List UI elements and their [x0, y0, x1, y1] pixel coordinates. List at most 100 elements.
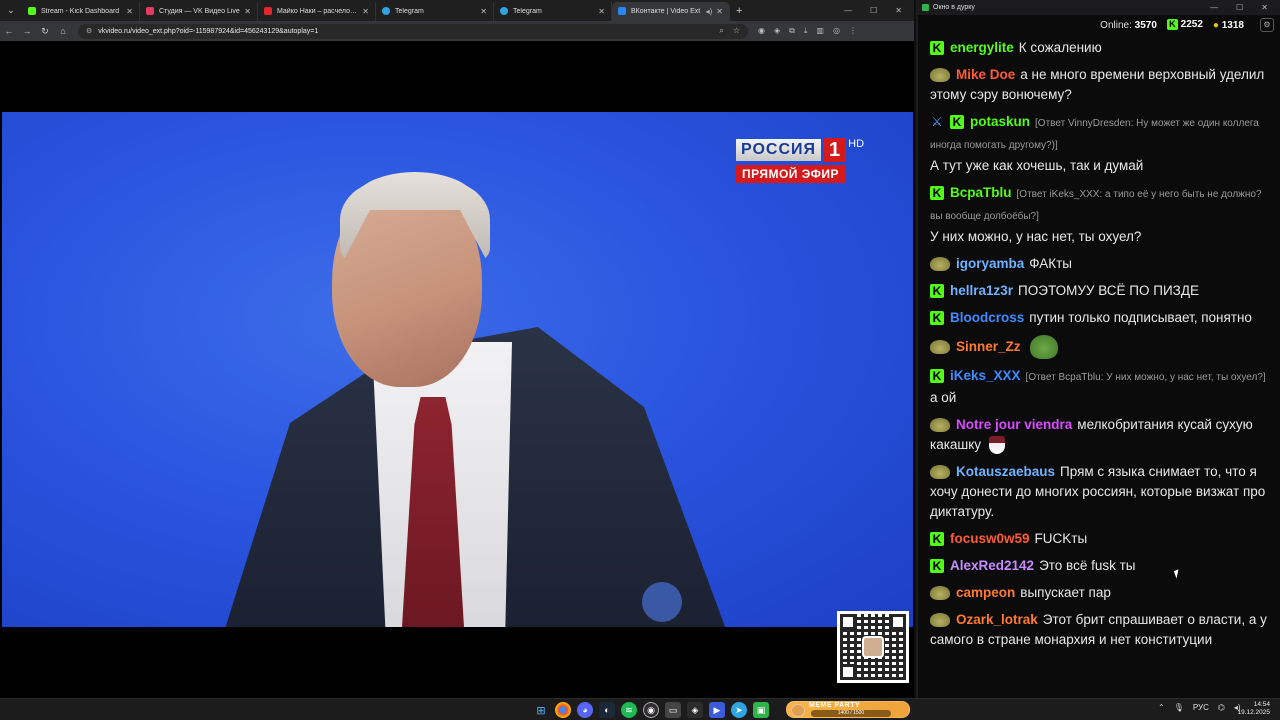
obs-icon[interactable]: ◉	[643, 702, 659, 718]
tab-search-icon[interactable]: ⌄	[0, 0, 22, 21]
back-icon[interactable]: ←	[0, 26, 18, 36]
audio-playing-icon[interactable]: ◂)	[706, 7, 713, 16]
tab-vk-studio[interactable]: Студия — VK Видео Live ✕	[140, 1, 258, 21]
hd-label: HD	[848, 138, 865, 150]
frog-emote-icon	[1029, 335, 1058, 359]
tab-close-icon[interactable]: ✕	[716, 7, 723, 16]
chat-username[interactable]: Kotauszaebaus	[956, 464, 1055, 479]
chat-username[interactable]: focusw0w59	[950, 531, 1030, 546]
kick-badge-icon: K	[930, 532, 944, 547]
kick-viewers: K 2252	[1166, 19, 1203, 31]
kick-badge-icon: K	[930, 41, 944, 56]
chat-username[interactable]: Bloodcross	[950, 310, 1024, 325]
steam-icon[interactable]: ◐	[599, 702, 615, 718]
bookmark-star-icon[interactable]: ☆	[733, 26, 740, 36]
address-bar[interactable]: ⚙ vkvideo.ru/video_ext.php?oid=-11598792…	[78, 23, 748, 39]
reply-quote[interactable]: [Ответ BcpaTblu: У них можно, у нас нет,…	[1026, 372, 1266, 383]
tab-close-icon[interactable]: ✕	[244, 7, 251, 16]
chat-message: Kfocusw0w59 FUCKты	[930, 529, 1270, 549]
chat-message: ⚔ Kpotaskun [Ответ VinnyDresden: Ну может …	[930, 112, 1270, 176]
tab-telegram-1[interactable]: Telegram ✕	[376, 1, 494, 21]
browser-window: ⌄ Stream - Kick Dashboard ✕ Студия — VK …	[0, 0, 914, 698]
tab-kick-dashboard[interactable]: Stream - Kick Dashboard ✕	[22, 1, 140, 21]
chat-username[interactable]: energylite	[950, 40, 1014, 55]
forward-icon[interactable]: →	[18, 26, 36, 36]
vk-favicon-icon	[618, 7, 626, 15]
chat-username[interactable]: Notre jour viendra	[956, 417, 1072, 432]
chat-username[interactable]: Ozark_lotrak	[956, 612, 1038, 627]
tray-expand-icon[interactable]: ⌃	[1158, 703, 1165, 712]
menu-icon[interactable]: ⋮	[849, 26, 857, 36]
maximize-icon[interactable]: ☐	[870, 6, 877, 15]
app-icon[interactable]: ◈	[687, 702, 703, 718]
profile-avatar-icon[interactable]: ◎	[833, 26, 840, 36]
chat-username[interactable]: Sinner_Zz	[956, 339, 1021, 354]
kick-badge-icon: K	[930, 186, 944, 201]
qr-finder	[890, 614, 906, 630]
app-icon[interactable]: ▣	[753, 702, 769, 718]
telegram-icon[interactable]: ➤	[731, 702, 747, 718]
chat-message: K BcpaTblu [Ответ iKeks_XXX: а типо её у н…	[930, 183, 1270, 247]
chat-username[interactable]: igoryamba	[956, 256, 1024, 271]
minimize-icon[interactable]: —	[844, 6, 852, 15]
download-icon[interactable]: ⤓	[804, 26, 808, 36]
meme-party-progress: 1400 / 1500	[811, 710, 891, 717]
meme-party-widget[interactable]: MEME PARTY 1400 / 1500	[786, 701, 910, 718]
frog-badge-icon	[930, 465, 950, 480]
tab-close-icon[interactable]: ✕	[480, 7, 487, 16]
maximize-icon[interactable]: ☐	[1236, 3, 1243, 12]
lang-indicator[interactable]: РУС	[1193, 703, 1209, 712]
tab-close-icon[interactable]: ✕	[362, 7, 369, 16]
discord-icon[interactable]: ◕	[577, 702, 593, 718]
minimize-icon[interactable]: —	[1210, 3, 1218, 12]
frog-badge-icon	[930, 257, 950, 272]
chat-message-text: ПОЭТОМУУ ВСЁ ПО ПИЗДЕ	[1018, 283, 1199, 298]
chat-username[interactable]: BcpaTblu	[950, 185, 1012, 200]
chat-message: Ozark_lotrak Этот брит спрашивает о власт…	[930, 610, 1270, 650]
media-player-icon[interactable]: ▶	[709, 702, 725, 718]
chat-message: Mike Doe а не много времени верховный уде…	[930, 65, 1270, 105]
home-icon[interactable]: ⌂	[54, 26, 72, 36]
clock[interactable]: 14:54 19.12.2025	[1237, 701, 1270, 717]
video-player[interactable]: РОССИЯ 1 HD ПРЯМОЙ ЭФИР	[0, 41, 914, 698]
tab-youtube[interactable]: Майко Наки – расчеловечивание ✕	[258, 1, 376, 21]
zoom-icon[interactable]: ⌕	[719, 26, 723, 36]
new-tab-icon[interactable]: +	[736, 5, 742, 17]
chat-message-text: путин только подписывает, понятно	[1029, 310, 1252, 325]
chrome-icon[interactable]	[555, 702, 571, 718]
site-info-icon[interactable]: ⚙	[86, 27, 92, 35]
app-icon[interactable]: ▭	[665, 702, 681, 718]
spotify-icon[interactable]: ≋	[621, 702, 637, 718]
telegram-favicon-icon	[382, 7, 390, 15]
chat-message-text: У них можно, у нас нет, ты охуел?	[930, 229, 1142, 244]
chat-username[interactable]: Mike Doe	[956, 67, 1015, 82]
tab-close-icon[interactable]: ✕	[598, 7, 605, 16]
start-icon[interactable]: ⊞	[533, 702, 549, 718]
chat-username[interactable]: AlexRed2142	[950, 558, 1034, 573]
extensions-puzzle-icon[interactable]: ⧉	[789, 26, 795, 36]
reload-icon[interactable]: ↻	[36, 26, 54, 37]
chat-username[interactable]: hellra1z3r	[950, 283, 1013, 298]
extension-icon[interactable]: ◉	[758, 26, 765, 36]
kick-favicon-icon	[28, 7, 36, 15]
chat-username[interactable]: iKeks_XXX	[950, 368, 1021, 383]
channel-number: 1	[823, 138, 847, 162]
chat-username[interactable]: campeon	[956, 585, 1015, 600]
close-icon[interactable]: ✕	[895, 6, 902, 15]
tab-title: ВКонтакте | Video Ext	[631, 7, 701, 15]
video-frame[interactable]: РОССИЯ 1 HD ПРЯМОЙ ЭФИР	[2, 112, 913, 627]
microphone-icon[interactable]: 🎙	[1174, 703, 1184, 712]
tab-close-icon[interactable]: ✕	[126, 7, 133, 16]
settings-icon[interactable]: ⚙	[1260, 18, 1274, 32]
sidebar-icon[interactable]: ▥	[816, 26, 824, 36]
extension-icon[interactable]: ◈	[774, 26, 780, 36]
chat-message-text: ФАКты	[1029, 256, 1073, 271]
clock-date: 19.12.2025	[1237, 709, 1270, 716]
chat-username[interactable]: potaskun	[970, 114, 1030, 129]
network-icon[interactable]: ⌬	[1218, 703, 1225, 712]
tab-vk-video-ext[interactable]: ВКонтакте | Video Ext ◂) ✕	[612, 1, 730, 21]
close-icon[interactable]: ✕	[1261, 3, 1268, 12]
chat-window-title: Окно в дурку	[933, 4, 975, 11]
tab-telegram-2[interactable]: Telegram ✕	[494, 1, 612, 21]
chat-message-text: А тут уже как хочешь, так и думай	[930, 158, 1144, 173]
